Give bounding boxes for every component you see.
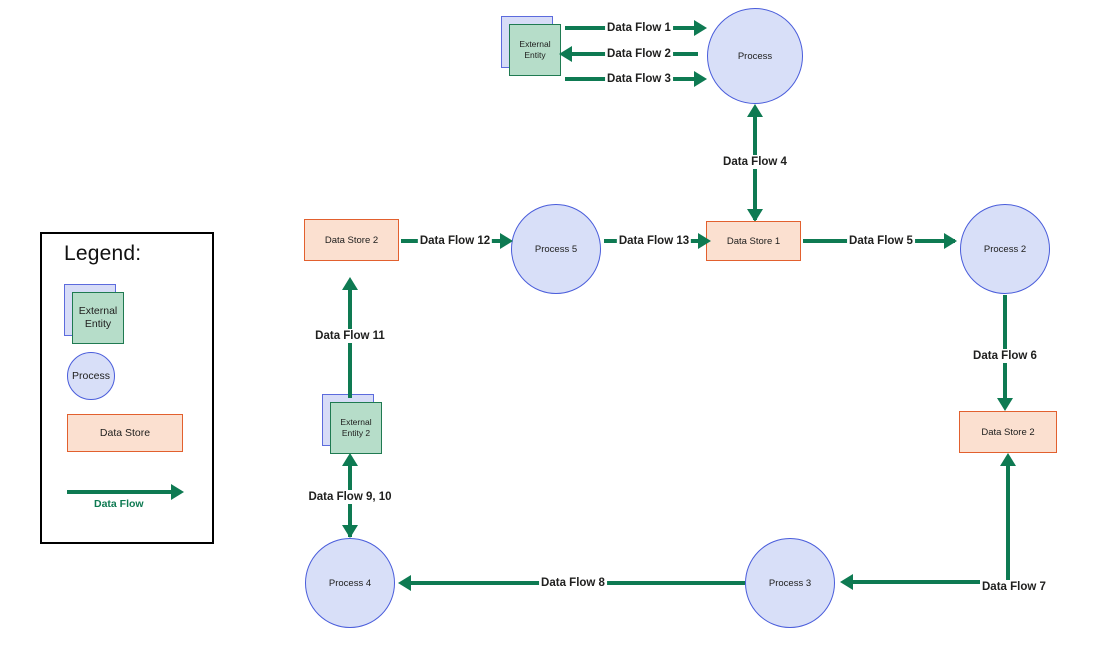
node-process-4[interactable]: Process 4 [305, 538, 395, 628]
node-external-entity-2[interactable]: External Entity 2 [322, 394, 382, 454]
node-datastore-1[interactable]: Data Store 1 [706, 221, 801, 261]
flow-df13-label: Data Flow 13 [616, 234, 692, 248]
flow-df1-arrowhead [694, 20, 707, 36]
flow-df3-arrowhead [694, 71, 707, 87]
node-datastore-2-right[interactable]: Data Store 2 [959, 411, 1057, 453]
entity-front-sheet: External Entity [509, 24, 561, 76]
legend-entity-label: External Entity [78, 304, 118, 330]
flow-df7-label: Data Flow 7 [980, 580, 1048, 594]
legend-dataflow-line [67, 490, 173, 494]
flow-df8-arrowhead [398, 575, 411, 591]
process-3-label: Process 3 [768, 577, 812, 589]
datastore-2-left-label: Data Store 2 [324, 234, 379, 246]
flow-df6-label: Data Flow 6 [971, 349, 1039, 363]
node-datastore-2-left[interactable]: Data Store 2 [304, 219, 399, 261]
datastore-1-label: Data Store 1 [726, 235, 781, 247]
process-5-label: Process 5 [534, 243, 578, 255]
legend-dataflow-label: Data Flow [94, 498, 144, 510]
flow-df7-arrowhead-up [1000, 453, 1016, 466]
legend-dataflow-arrowhead [171, 484, 184, 500]
flow-df910-arrowhead-up [342, 453, 358, 466]
flow-df12-arrowhead [500, 233, 513, 249]
flow-df13-arrowhead [698, 233, 711, 249]
legend-external-entity-symbol: External Entity [64, 284, 124, 344]
flow-df4-label: Data Flow 4 [721, 155, 789, 169]
node-external-entity-top[interactable]: External Entity [501, 16, 561, 76]
node-process-3[interactable]: Process 3 [745, 538, 835, 628]
entity-front-sheet: External Entity 2 [330, 402, 382, 454]
legend-process-label: Process [72, 370, 110, 382]
flow-df910-arrowhead-down [342, 525, 358, 538]
flow-df1-label: Data Flow 1 [605, 21, 673, 35]
flow-df3-label: Data Flow 3 [605, 72, 673, 86]
legend-datastore-label: Data Store [99, 427, 151, 439]
entity-front-sheet: External Entity [72, 292, 124, 344]
flow-df5-arrowhead [944, 233, 957, 249]
legend-process-symbol: Process [67, 352, 115, 400]
process-top-label: Process [737, 50, 773, 62]
legend-title: Legend: [64, 242, 142, 265]
flow-df8-label: Data Flow 8 [539, 576, 607, 590]
process-2-label: Process 2 [983, 243, 1027, 255]
legend-datastore-symbol: Data Store [67, 414, 183, 452]
external-entity-top-label: External Entity [519, 39, 551, 60]
flow-df11-label: Data Flow 11 [313, 329, 387, 343]
flow-df2-arrowhead [559, 46, 572, 62]
legend-panel: Legend: External Entity Process Data Stor… [40, 232, 214, 544]
flow-df5-label: Data Flow 5 [847, 234, 915, 248]
process-4-label: Process 4 [328, 577, 372, 589]
flow-df11-arrowhead [342, 277, 358, 290]
flow-df7-arrowhead-left [840, 574, 853, 590]
flow-df4-arrowhead-up [747, 104, 763, 117]
flow-df910-label: Data Flow 9, 10 [306, 490, 394, 504]
flow-df12-label: Data Flow 12 [417, 234, 493, 248]
dfd-canvas: Legend: External Entity Process Data Stor… [0, 0, 1116, 659]
datastore-2-right-label: Data Store 2 [981, 426, 1035, 438]
flow-df2-label: Data Flow 2 [605, 47, 673, 61]
node-process-2[interactable]: Process 2 [960, 204, 1050, 294]
flow-df7-vertical-line [1006, 460, 1010, 588]
node-process-top[interactable]: Process [707, 8, 803, 104]
external-entity-2-label: External Entity 2 [340, 417, 372, 438]
node-process-5[interactable]: Process 5 [511, 204, 601, 294]
flow-df6-arrowhead [997, 398, 1013, 411]
